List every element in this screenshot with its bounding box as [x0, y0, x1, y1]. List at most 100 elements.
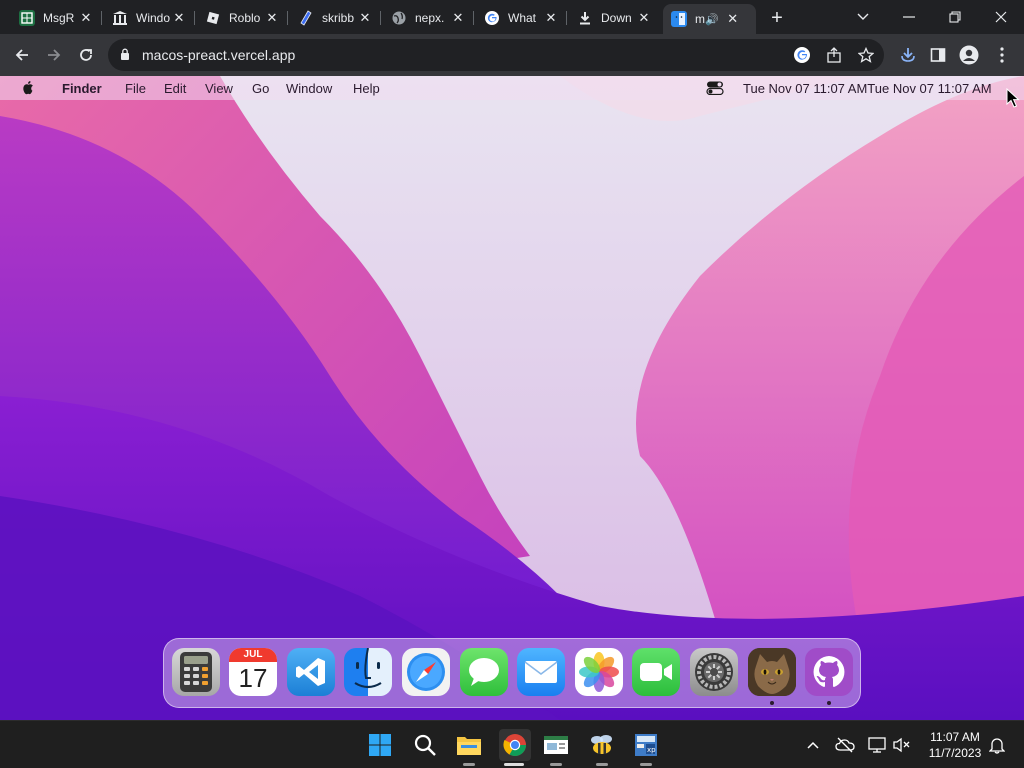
tray-overflow-chevron-icon[interactable] — [803, 735, 823, 755]
windows-start-icon[interactable] — [366, 731, 394, 759]
cat-photo-icon[interactable] — [748, 648, 796, 696]
profile-avatar-icon — [959, 45, 979, 65]
url-text[interactable]: macos-preact.vercel.app — [142, 47, 295, 63]
taskbar-indicator — [596, 763, 608, 766]
calendar-day: 17 — [238, 663, 268, 693]
back-button[interactable] — [9, 42, 35, 68]
browser-tab-google[interactable]: What ✕ — [476, 4, 567, 32]
tab-title: m — [695, 12, 705, 26]
new-tab-button[interactable]: + — [765, 6, 789, 30]
close-window-icon[interactable] — [978, 0, 1024, 34]
volume-muted-icon[interactable] — [892, 735, 912, 755]
browser-tab-windows[interactable]: Windo ✕ — [104, 4, 195, 32]
mail-icon[interactable] — [517, 648, 565, 696]
settings-icon[interactable] — [690, 648, 738, 696]
photos-icon[interactable] — [575, 648, 623, 696]
menu-go[interactable]: Go — [252, 81, 269, 96]
download-arrow-icon — [901, 48, 915, 62]
calculator-xp-icon[interactable]: xp — [632, 731, 660, 759]
tab-title: What — [508, 11, 537, 25]
tab-close-icon[interactable]: ✕ — [171, 10, 187, 26]
browser-tab-roblox[interactable]: Roblo ✕ — [197, 4, 288, 32]
windows-taskbar: xp 11:07 AM 11/7/2023 — [0, 720, 1024, 768]
control-center-icon[interactable] — [706, 81, 724, 95]
github-icon[interactable] — [805, 648, 853, 696]
menu-file[interactable]: File — [125, 81, 146, 96]
facetime-icon[interactable] — [632, 648, 680, 696]
apple-logo-icon[interactable] — [20, 80, 36, 96]
side-panel-icon — [930, 48, 946, 62]
taskbar-date: 11/7/2023 — [928, 746, 982, 760]
running-indicator — [770, 701, 774, 705]
reload-icon — [80, 49, 92, 61]
tab-search-chevron-icon[interactable] — [840, 0, 886, 34]
notification-bell-icon[interactable] — [987, 735, 1007, 755]
tab-close-icon[interactable]: ✕ — [725, 11, 741, 27]
monterey-wallpaper — [0, 76, 1024, 720]
profile-button[interactable] — [956, 42, 982, 68]
tab-title: Windo — [136, 11, 171, 25]
tab-close-icon[interactable]: ✕ — [450, 10, 466, 26]
browser-tab-skribbl[interactable]: skribb ✕ — [290, 4, 381, 32]
browser-tab-macos-active[interactable]: m 🔊 ✕ — [663, 4, 756, 34]
browser-menu-button[interactable] — [989, 42, 1015, 68]
tab-close-icon[interactable]: ✕ — [543, 10, 559, 26]
side-panel-button[interactable] — [925, 42, 951, 68]
menu-bar-clock[interactable]: Tue Nov 07 11:07 AMTue Nov 07 11:07 AM — [743, 81, 992, 96]
bookmark-star-icon[interactable] — [856, 45, 876, 65]
tab-close-icon[interactable]: ✕ — [264, 10, 280, 26]
address-bar[interactable]: macos-preact.vercel.app — [108, 39, 884, 71]
forward-arrow-icon — [48, 49, 61, 61]
taskbar-clock[interactable]: 11:07 AM 11/7/2023 — [920, 729, 990, 761]
mouse-cursor-icon — [1006, 88, 1020, 108]
tab-close-icon[interactable]: ✕ — [357, 10, 373, 26]
museum-icon — [112, 10, 128, 26]
network-monitor-icon[interactable] — [867, 735, 887, 755]
calculator-icon[interactable] — [172, 648, 220, 696]
tab-title: Down — [601, 11, 632, 25]
macos-dock: JUL 17 — [163, 638, 861, 708]
lock-icon[interactable] — [120, 48, 130, 60]
tab-separator — [194, 11, 195, 25]
reload-button[interactable] — [73, 42, 99, 68]
browser-tab-msgr[interactable]: MsgR ✕ — [11, 4, 102, 32]
tab-close-icon[interactable]: ✕ — [78, 10, 94, 26]
notepad-app-icon[interactable] — [542, 731, 570, 759]
safari-icon[interactable] — [402, 648, 450, 696]
browser-tab-nepx[interactable]: nepx. ✕ — [383, 4, 474, 32]
extension-download-button[interactable] — [895, 42, 921, 68]
menu-edit[interactable]: Edit — [164, 81, 186, 96]
taskbar-search-icon[interactable] — [411, 731, 439, 759]
minimize-icon[interactable] — [886, 0, 932, 34]
finder-icon[interactable] — [344, 648, 392, 696]
chrome-taskbar-icon[interactable] — [499, 729, 531, 761]
tab-separator — [380, 11, 381, 25]
menu-help[interactable]: Help — [353, 81, 380, 96]
browser-tab-download[interactable]: Down ✕ — [569, 4, 660, 32]
restore-icon[interactable] — [932, 0, 978, 34]
spreadsheet-icon — [19, 10, 35, 26]
tab-title: Roblo — [229, 11, 261, 25]
share-icon[interactable] — [824, 45, 844, 65]
running-indicator — [827, 701, 831, 705]
svg-text:xp: xp — [647, 746, 656, 754]
forward-button[interactable] — [41, 42, 67, 68]
calendar-icon[interactable]: JUL 17 — [229, 648, 277, 696]
file-explorer-icon[interactable] — [455, 731, 483, 759]
google-lens-icon[interactable] — [792, 45, 812, 65]
onedrive-offline-icon[interactable] — [835, 735, 855, 755]
menu-view[interactable]: View — [205, 81, 233, 96]
tab-close-icon[interactable]: ✕ — [636, 10, 652, 26]
pencil-icon — [298, 10, 314, 26]
messages-icon[interactable] — [460, 648, 508, 696]
bee-app-icon[interactable] — [588, 731, 616, 759]
menu-app-name[interactable]: Finder — [62, 81, 102, 96]
menu-window[interactable]: Window — [286, 81, 332, 96]
roblox-icon — [205, 10, 221, 26]
finder-icon — [671, 11, 687, 27]
vscode-icon[interactable] — [287, 648, 335, 696]
globe-icon — [391, 10, 407, 26]
tab-title: MsgR — [43, 11, 75, 25]
taskbar-active-indicator — [504, 763, 524, 766]
speaker-icon[interactable]: 🔊 — [705, 13, 719, 26]
